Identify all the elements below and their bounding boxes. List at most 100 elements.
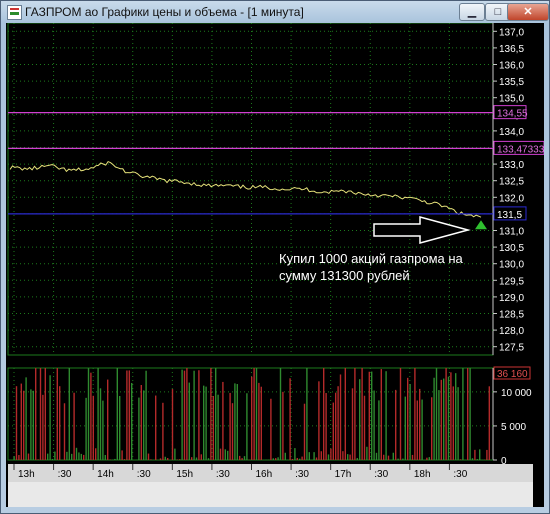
volume-bar xyxy=(443,378,445,460)
volume-bar xyxy=(246,393,248,460)
time-tick-label: :30 xyxy=(58,469,72,480)
volume-bar xyxy=(68,368,70,460)
volume-bar xyxy=(251,376,253,460)
price-tick-label: 137,0 xyxy=(499,27,524,38)
volume-bar xyxy=(54,451,56,460)
volume-bar xyxy=(85,397,87,460)
volume-bar xyxy=(236,384,238,460)
volume-bar xyxy=(167,457,169,460)
volume-bar xyxy=(215,368,217,460)
volume-bar xyxy=(279,368,282,460)
volume-bar xyxy=(241,458,243,460)
minimize-button[interactable]: ▁ xyxy=(459,3,485,21)
volume-bar xyxy=(13,456,15,460)
volume-bar xyxy=(179,459,181,460)
volume-bar xyxy=(275,458,277,460)
volume-bar xyxy=(373,390,375,460)
volume-bar xyxy=(385,371,387,460)
volume-bar xyxy=(30,389,32,460)
time-tick-label: 18h xyxy=(414,469,431,480)
marker-label: 133,47333 xyxy=(497,144,544,155)
volume-bar xyxy=(205,386,207,460)
volume-bar xyxy=(191,457,193,460)
volume-bar xyxy=(44,368,46,460)
volume-bar xyxy=(95,448,97,460)
volume-bar xyxy=(23,390,25,460)
volume-bar xyxy=(49,375,51,460)
volume-bar xyxy=(15,386,18,460)
volume-bar xyxy=(411,454,414,460)
title-bar[interactable]: ГАЗПРОМ ао Графики цены и объема - [1 ми… xyxy=(1,1,549,23)
volume-bar xyxy=(330,448,332,460)
volume-bar xyxy=(435,368,438,460)
volume-bar xyxy=(217,394,219,460)
volume-bar xyxy=(395,389,397,460)
volume-bar xyxy=(234,383,236,460)
volume-bar xyxy=(402,458,404,460)
volume-bar xyxy=(78,452,80,460)
volume-bar xyxy=(219,448,222,460)
marker-label: 131,5 xyxy=(497,210,522,221)
volume-bar xyxy=(188,382,190,460)
volume-bar xyxy=(102,400,104,460)
volume-bar xyxy=(47,453,49,460)
close-button[interactable]: ✕ xyxy=(507,3,549,21)
volume-bar xyxy=(203,385,205,460)
price-tick-label: 128,0 xyxy=(499,326,524,337)
volume-bar xyxy=(186,368,188,460)
volume-bar xyxy=(474,449,476,460)
volume-bar xyxy=(335,392,337,460)
volume-bar xyxy=(123,459,126,460)
chart-area[interactable]: 137,0136,5136,0135,5135,0134,5134,0133,5… xyxy=(6,22,545,507)
volume-max-label: 36 160 xyxy=(497,369,528,380)
volume-bar xyxy=(162,402,164,460)
price-tick-label: 134,0 xyxy=(499,127,524,138)
volume-bar xyxy=(349,454,351,460)
volume-bar xyxy=(323,368,325,460)
volume-bar xyxy=(375,452,378,460)
time-tick-label: :30 xyxy=(216,469,230,480)
volume-bar xyxy=(440,379,442,460)
volume-bar xyxy=(320,451,322,460)
volume-bar xyxy=(378,400,380,460)
volume-bar xyxy=(397,458,399,460)
volume-bar xyxy=(277,457,279,460)
time-tick-label: 16h xyxy=(256,469,273,480)
chart-app-icon xyxy=(7,5,22,20)
volume-bar xyxy=(66,451,68,460)
volume-bar xyxy=(392,452,394,460)
volume-bar xyxy=(25,377,27,460)
volume-bar xyxy=(171,389,174,460)
volume-bar xyxy=(32,390,34,460)
volume-bar xyxy=(421,399,423,460)
volume-bar xyxy=(426,457,428,460)
volume-bar xyxy=(351,388,354,460)
volume-bar xyxy=(296,457,298,460)
volume-bar xyxy=(92,395,94,460)
volume-bar xyxy=(306,368,308,460)
volume-bar xyxy=(183,370,186,460)
volume-bar xyxy=(455,373,457,460)
volume-bar xyxy=(71,453,73,460)
window-title: ГАЗПРОМ ао Графики цены и объема - [1 ми… xyxy=(25,5,304,19)
volume-bar xyxy=(299,458,301,460)
volume-bar xyxy=(445,368,447,460)
volume-bar xyxy=(342,451,344,460)
volume-bar xyxy=(301,456,303,460)
volume-bar xyxy=(479,449,481,460)
volume-bar xyxy=(303,403,306,460)
volume-bar xyxy=(272,458,274,460)
volume-bar xyxy=(459,459,462,460)
volume-bar xyxy=(452,386,454,460)
price-tick-label: 136,0 xyxy=(499,61,524,72)
price-axis: 137,0136,5136,0135,5135,0134,5134,0133,5… xyxy=(493,27,524,354)
volume-bar xyxy=(90,372,92,460)
volume-bar xyxy=(229,392,231,460)
volume-bar xyxy=(467,368,469,460)
volume-bar xyxy=(344,368,346,460)
time-tick-label: 13h xyxy=(18,469,35,480)
volume-bar xyxy=(83,454,85,460)
price-tick-label: 135,0 xyxy=(499,94,524,105)
volume-bar xyxy=(347,454,349,460)
volume-bar xyxy=(200,454,202,460)
